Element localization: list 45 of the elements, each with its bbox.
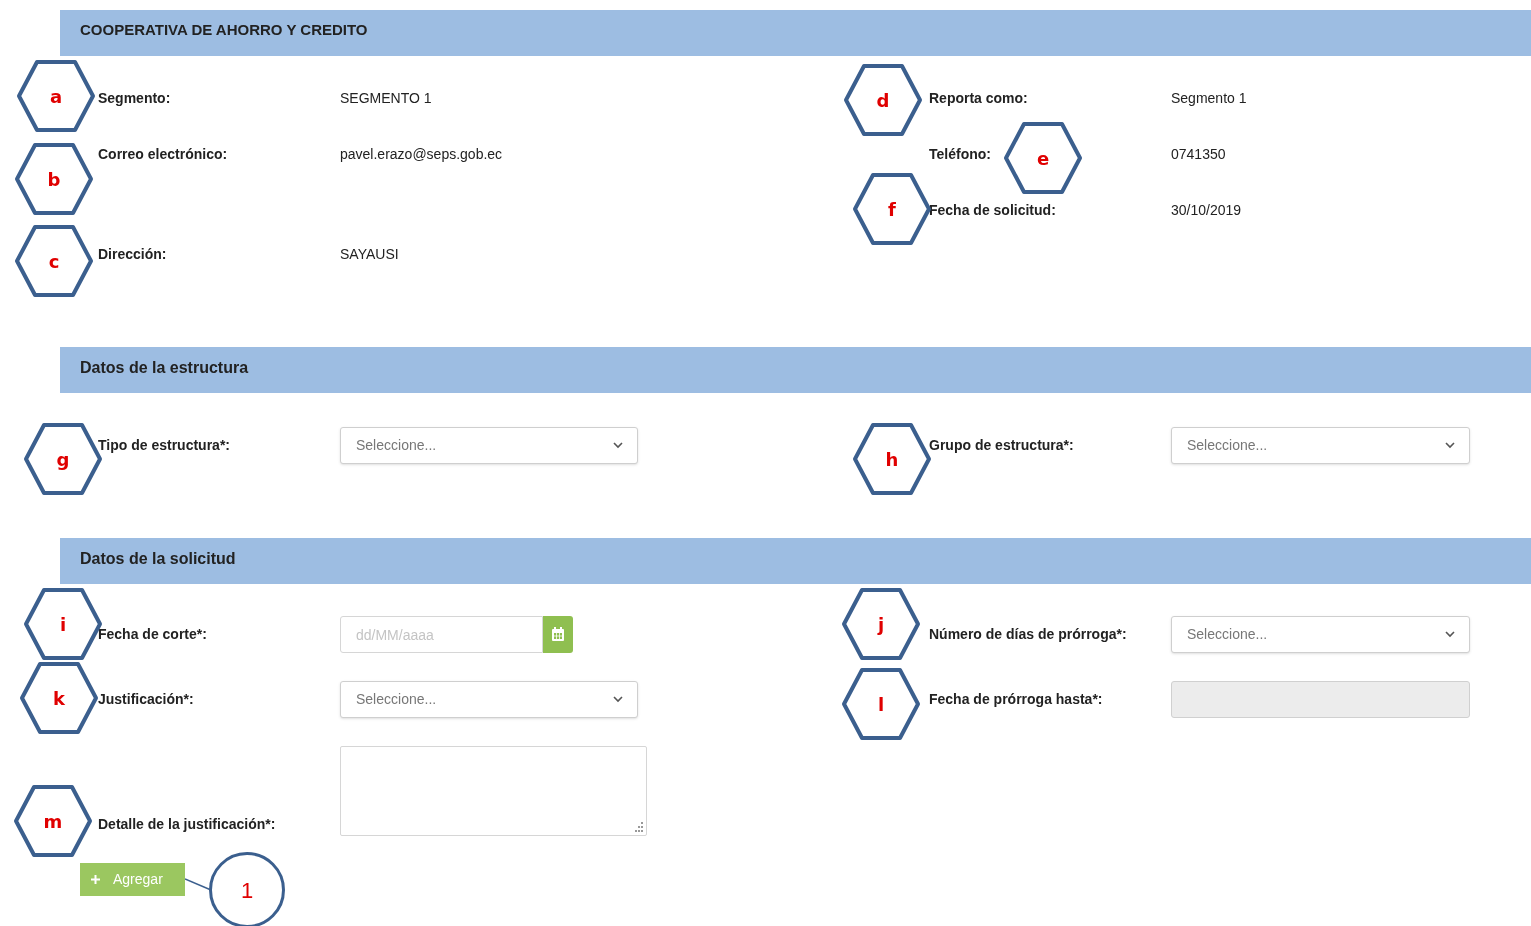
section-title: Datos de la solicitud bbox=[80, 549, 236, 569]
chevron-down-icon bbox=[1445, 441, 1455, 449]
field-label: Detalle de la justificación*: bbox=[98, 815, 276, 834]
field-value: Segmento 1 bbox=[1171, 88, 1247, 108]
field-value: 30/10/2019 bbox=[1171, 200, 1242, 220]
leader-line bbox=[185, 878, 212, 892]
text-area[interactable] bbox=[340, 746, 647, 836]
callout-hexagon: b bbox=[14, 142, 94, 216]
calendar-button[interactable] bbox=[543, 616, 573, 653]
section-title: COOPERATIVA DE AHORRO Y CREDITO bbox=[80, 20, 368, 40]
date-field[interactable]: dd/MM/aaaa bbox=[340, 616, 543, 653]
select-field[interactable]: Seleccione... bbox=[1171, 426, 1470, 464]
callout-hexagon: d bbox=[843, 63, 923, 137]
plus-icon bbox=[91, 875, 100, 884]
callout-hexagon: m bbox=[13, 784, 93, 858]
field-value: SAYAUSI bbox=[340, 244, 399, 264]
field-value: SEGMENTO 1 bbox=[340, 88, 432, 108]
callout-hexagon: l bbox=[841, 667, 921, 741]
callout-hexagon: c bbox=[14, 224, 94, 298]
callout-hexagon: k bbox=[19, 661, 99, 735]
field-label: Reporta como: bbox=[929, 88, 1028, 108]
callout-hexagon: j bbox=[841, 587, 921, 661]
field-label: Fecha de prórroga hasta*: bbox=[929, 690, 1103, 709]
section-title: Datos de la estructura bbox=[80, 358, 249, 378]
field-label: Justificación*: bbox=[98, 690, 194, 709]
field-label: Teléfono: bbox=[929, 144, 991, 164]
field-label: Tipo de estructura*: bbox=[98, 435, 230, 455]
select-field[interactable]: Seleccione... bbox=[340, 426, 638, 464]
field-label: Dirección: bbox=[98, 244, 167, 264]
callout-hexagon: a bbox=[16, 59, 96, 133]
callout-hexagon: e bbox=[1003, 121, 1083, 195]
field-label: Fecha de solicitud: bbox=[929, 200, 1056, 220]
field-label: Número de días de prórroga*: bbox=[929, 625, 1127, 644]
calendar-icon bbox=[551, 627, 565, 642]
chevron-down-icon bbox=[1445, 631, 1455, 638]
field-label: Correo electrónico: bbox=[98, 144, 228, 164]
field-label: Fecha de corte*: bbox=[98, 625, 207, 644]
select-field[interactable]: Seleccione... bbox=[340, 681, 638, 718]
field-value: 0741350 bbox=[1171, 144, 1226, 164]
field-value: pavel.erazo@seps.gob.ec bbox=[340, 144, 503, 164]
select-field[interactable]: Seleccione... bbox=[1171, 616, 1470, 653]
resize-grip-icon bbox=[633, 822, 643, 832]
chevron-down-icon bbox=[613, 696, 623, 703]
chevron-down-icon bbox=[613, 441, 623, 449]
field-label: Segmento: bbox=[98, 88, 171, 108]
